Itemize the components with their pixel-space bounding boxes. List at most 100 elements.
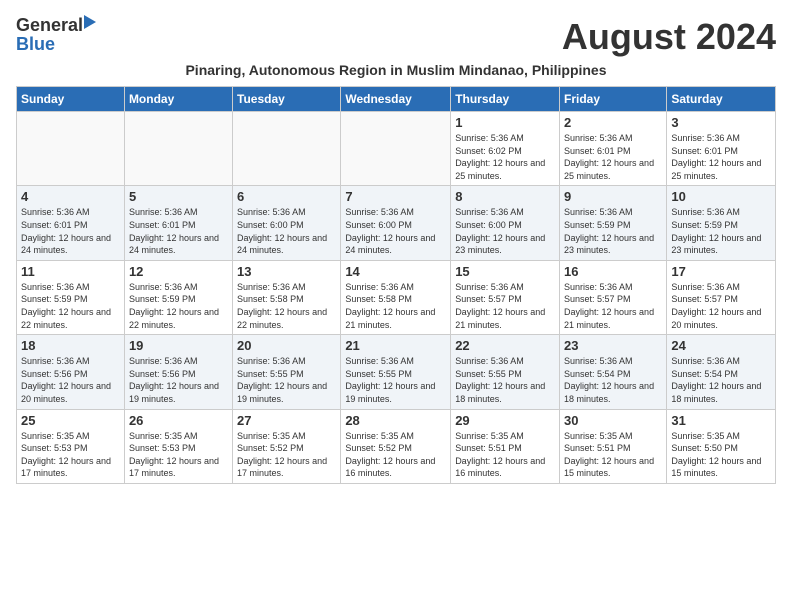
day-info: Sunrise: 5:36 AM Sunset: 5:59 PM Dayligh… (21, 281, 120, 331)
calendar-cell: 20 Sunrise: 5:36 AM Sunset: 5:55 PM Dayli… (233, 335, 341, 409)
day-info: Sunrise: 5:35 AM Sunset: 5:53 PM Dayligh… (21, 430, 120, 480)
calendar-cell: 25 Sunrise: 5:35 AM Sunset: 5:53 PM Dayli… (17, 409, 125, 483)
calendar-cell: 13 Sunrise: 5:36 AM Sunset: 5:58 PM Dayli… (233, 260, 341, 334)
calendar-cell: 2Sunrise: 5:36 AM Sunset: 6:01 PM Daylig… (560, 112, 667, 186)
day-number: 20 (237, 338, 336, 353)
calendar-cell: 11 Sunrise: 5:36 AM Sunset: 5:59 PM Dayli… (17, 260, 125, 334)
calendar-cell: 14Sunrise: 5:36 AM Sunset: 5:58 PM Dayli… (341, 260, 451, 334)
day-info: Sunrise: 5:36 AM Sunset: 5:55 PM Dayligh… (345, 355, 446, 405)
day-number: 14 (345, 264, 446, 279)
calendar-subtitle: Pinaring, Autonomous Region in Muslim Mi… (16, 62, 776, 78)
calendar-cell: 27 Sunrise: 5:35 AM Sunset: 5:52 PM Dayli… (233, 409, 341, 483)
day-number: 30 (564, 413, 662, 428)
day-info: Sunrise: 5:36 AM Sunset: 6:01 PM Dayligh… (129, 206, 228, 256)
day-number: 11 (21, 264, 120, 279)
day-header-sunday: Sunday (17, 87, 125, 112)
day-info: Sunrise: 5:36 AM Sunset: 5:58 PM Dayligh… (237, 281, 336, 331)
day-number: 15 (455, 264, 555, 279)
logo-triangle-icon (84, 15, 96, 33)
calendar-cell: 29 Sunrise: 5:35 AM Sunset: 5:51 PM Dayli… (451, 409, 560, 483)
calendar-table: SundayMondayTuesdayWednesdayThursdayFrid… (16, 86, 776, 484)
day-number: 3 (671, 115, 771, 130)
day-number: 29 (455, 413, 555, 428)
calendar-cell: 3Sunrise: 5:36 AM Sunset: 6:01 PM Daylig… (667, 112, 776, 186)
day-number: 21 (345, 338, 446, 353)
day-info: Sunrise: 5:36 AM Sunset: 5:56 PM Dayligh… (129, 355, 228, 405)
day-info: Sunrise: 5:36 AM Sunset: 5:57 PM Dayligh… (564, 281, 662, 331)
day-info: Sunrise: 5:36 AM Sunset: 5:56 PM Dayligh… (21, 355, 120, 405)
day-info: Sunrise: 5:35 AM Sunset: 5:51 PM Dayligh… (564, 430, 662, 480)
day-number: 2 (564, 115, 662, 130)
day-number: 26 (129, 413, 228, 428)
calendar-cell: 5 Sunrise: 5:36 AM Sunset: 6:01 PM Daylig… (124, 186, 232, 260)
day-info: Sunrise: 5:35 AM Sunset: 5:51 PM Dayligh… (455, 430, 555, 480)
calendar-cell: 16 Sunrise: 5:36 AM Sunset: 5:57 PM Dayli… (560, 260, 667, 334)
day-info: Sunrise: 5:36 AM Sunset: 6:00 PM Dayligh… (345, 206, 446, 256)
calendar-cell: 15 Sunrise: 5:36 AM Sunset: 5:57 PM Dayli… (451, 260, 560, 334)
day-number: 17 (671, 264, 771, 279)
day-number: 24 (671, 338, 771, 353)
day-number: 25 (21, 413, 120, 428)
day-number: 22 (455, 338, 555, 353)
calendar-cell: 24 Sunrise: 5:36 AM Sunset: 5:54 PM Dayli… (667, 335, 776, 409)
day-info: Sunrise: 5:36 AM Sunset: 5:59 PM Dayligh… (671, 206, 771, 256)
calendar-cell: 18Sunrise: 5:36 AM Sunset: 5:56 PM Dayli… (17, 335, 125, 409)
day-number: 9 (564, 189, 662, 204)
day-info: Sunrise: 5:36 AM Sunset: 5:55 PM Dayligh… (455, 355, 555, 405)
calendar-cell: 31Sunrise: 5:35 AM Sunset: 5:50 PM Dayli… (667, 409, 776, 483)
calendar-cell: 22 Sunrise: 5:36 AM Sunset: 5:55 PM Dayli… (451, 335, 560, 409)
day-info: Sunrise: 5:36 AM Sunset: 6:00 PM Dayligh… (455, 206, 555, 256)
calendar-cell: 8 Sunrise: 5:36 AM Sunset: 6:00 PM Daylig… (451, 186, 560, 260)
day-info: Sunrise: 5:36 AM Sunset: 5:57 PM Dayligh… (455, 281, 555, 331)
day-number: 13 (237, 264, 336, 279)
calendar-cell: 28 Sunrise: 5:35 AM Sunset: 5:52 PM Dayli… (341, 409, 451, 483)
month-title: August 2024 (562, 16, 776, 58)
day-info: Sunrise: 5:35 AM Sunset: 5:53 PM Dayligh… (129, 430, 228, 480)
day-info: Sunrise: 5:36 AM Sunset: 5:55 PM Dayligh… (237, 355, 336, 405)
logo-general-text: General (16, 16, 83, 34)
logo-blue-text: Blue (16, 34, 55, 54)
day-number: 28 (345, 413, 446, 428)
calendar-cell: 21 Sunrise: 5:36 AM Sunset: 5:55 PM Dayli… (341, 335, 451, 409)
day-header-friday: Friday (560, 87, 667, 112)
calendar-cell: 4Sunrise: 5:36 AM Sunset: 6:01 PM Daylig… (17, 186, 125, 260)
day-number: 7 (345, 189, 446, 204)
day-number: 12 (129, 264, 228, 279)
day-info: Sunrise: 5:36 AM Sunset: 5:57 PM Dayligh… (671, 281, 771, 331)
day-number: 5 (129, 189, 228, 204)
day-number: 1 (455, 115, 555, 130)
day-info: Sunrise: 5:35 AM Sunset: 5:50 PM Dayligh… (671, 430, 771, 480)
calendar-cell: 30 Sunrise: 5:35 AM Sunset: 5:51 PM Dayli… (560, 409, 667, 483)
day-info: Sunrise: 5:36 AM Sunset: 5:59 PM Dayligh… (129, 281, 228, 331)
calendar-cell: 26 Sunrise: 5:35 AM Sunset: 5:53 PM Dayli… (124, 409, 232, 483)
calendar-cell: 7 Sunrise: 5:36 AM Sunset: 6:00 PM Daylig… (341, 186, 451, 260)
calendar-cell (17, 112, 125, 186)
day-info: Sunrise: 5:36 AM Sunset: 5:54 PM Dayligh… (671, 355, 771, 405)
calendar-cell: 12 Sunrise: 5:36 AM Sunset: 5:59 PM Dayli… (124, 260, 232, 334)
calendar-cell: 23 Sunrise: 5:36 AM Sunset: 5:54 PM Dayli… (560, 335, 667, 409)
day-info: Sunrise: 5:36 AM Sunset: 6:00 PM Dayligh… (237, 206, 336, 256)
day-number: 10 (671, 189, 771, 204)
day-info: Sunrise: 5:36 AM Sunset: 5:54 PM Dayligh… (564, 355, 662, 405)
calendar-cell: 10 Sunrise: 5:36 AM Sunset: 5:59 PM Dayli… (667, 186, 776, 260)
day-header-tuesday: Tuesday (233, 87, 341, 112)
calendar-cell (233, 112, 341, 186)
day-header-thursday: Thursday (451, 87, 560, 112)
day-info: Sunrise: 5:36 AM Sunset: 6:01 PM Dayligh… (21, 206, 120, 256)
day-number: 27 (237, 413, 336, 428)
calendar-cell (341, 112, 451, 186)
day-info: Sunrise: 5:36 AM Sunset: 6:02 PM Dayligh… (455, 132, 555, 182)
day-number: 23 (564, 338, 662, 353)
calendar-cell: 9 Sunrise: 5:36 AM Sunset: 5:59 PM Daylig… (560, 186, 667, 260)
day-info: Sunrise: 5:35 AM Sunset: 5:52 PM Dayligh… (237, 430, 336, 480)
calendar-cell: 19 Sunrise: 5:36 AM Sunset: 5:56 PM Dayli… (124, 335, 232, 409)
day-header-saturday: Saturday (667, 87, 776, 112)
page-header: General Blue August 2024 (16, 16, 776, 58)
calendar-cell: 1 Sunrise: 5:36 AM Sunset: 6:02 PM Daylig… (451, 112, 560, 186)
day-number: 16 (564, 264, 662, 279)
day-info: Sunrise: 5:35 AM Sunset: 5:52 PM Dayligh… (345, 430, 446, 480)
day-number: 19 (129, 338, 228, 353)
day-number: 8 (455, 189, 555, 204)
day-info: Sunrise: 5:36 AM Sunset: 5:59 PM Dayligh… (564, 206, 662, 256)
day-header-monday: Monday (124, 87, 232, 112)
